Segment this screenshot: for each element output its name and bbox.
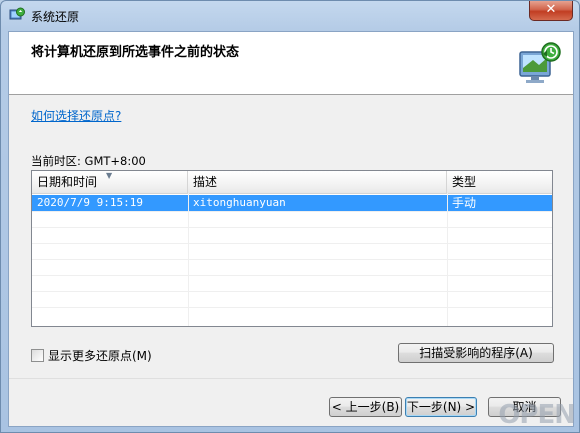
grid-line: [32, 243, 552, 244]
dialog-header: 将计算机还原到所选事件之前的状态: [9, 32, 573, 94]
dialog-content: 将计算机还原到所选事件之前的状态 如何选择还原点? 当前时区: GMT+8:00…: [8, 31, 574, 427]
grid-line: [32, 227, 552, 228]
grid-line: [32, 275, 552, 276]
grid-line: [32, 307, 552, 308]
timezone-label: 当前时区: GMT+8:00: [31, 154, 146, 168]
grid-line: [32, 211, 552, 212]
dialog-footer: < 上一步(B) 下一步(N) > 取消: [9, 379, 573, 426]
system-restore-icon: [9, 7, 25, 20]
row-datetime: 2020/7/9 9:15:19: [37, 196, 143, 209]
table-header: 日期和时间 ▼ 描述 类型: [32, 171, 552, 194]
back-button[interactable]: < 上一步(B): [329, 397, 402, 417]
checkbox-box[interactable]: [31, 349, 44, 362]
window-title: 系统还原: [31, 10, 80, 24]
grid-line: [32, 291, 552, 292]
dialog-body: 如何选择还原点? 当前时区: GMT+8:00 日期和时间 ▼ 描述 类型 20…: [9, 95, 573, 378]
sort-arrow-icon: ▼: [106, 171, 113, 180]
close-button[interactable]: ✕: [529, 1, 573, 21]
column-header-type[interactable]: 类型: [447, 171, 552, 193]
show-more-checkbox[interactable]: 显示更多还原点(M): [31, 347, 152, 364]
title-bar[interactable]: 系统还原 ✕: [1, 1, 579, 31]
show-more-label: 显示更多还原点(M): [48, 349, 152, 363]
close-icon: ✕: [545, 2, 557, 17]
row-description: xitonghuanyuan: [193, 196, 286, 209]
system-restore-window: 系统还原 ✕ 将计算机还原到所选事件之前的状态 如何选择还原点? 当前时区: G…: [0, 0, 580, 433]
grid-line: [32, 259, 552, 260]
restore-points-table[interactable]: 日期和时间 ▼ 描述 类型 2020/7/9 9:15:19 xitonghua…: [31, 170, 553, 327]
help-link[interactable]: 如何选择还原点?: [31, 107, 121, 124]
column-header-description[interactable]: 描述: [188, 171, 447, 193]
watermark-logo: OPEN: [498, 400, 576, 430]
scan-affected-programs-button[interactable]: 扫描受影响的程序(A): [398, 343, 554, 363]
page-title: 将计算机还原到所选事件之前的状态: [31, 45, 240, 60]
table-row[interactable]: 2020/7/9 9:15:19 xitonghuanyuan 手动: [32, 195, 552, 211]
monitor-restore-icon: [519, 42, 561, 83]
row-type: 手动: [452, 196, 477, 210]
next-button[interactable]: 下一步(N) >: [405, 397, 477, 417]
